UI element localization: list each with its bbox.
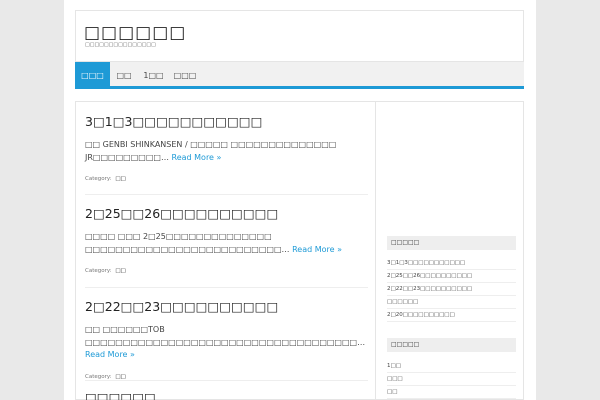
site-title[interactable]: □□□□□□ <box>84 23 186 43</box>
recent-posts-list: 3□1□3□□□□□□□□□□□ 2□25□□26□□□□□□□□□□ 2□22… <box>387 257 516 322</box>
post-excerpt: □□ GENBI SHINKANSEN / □□□□□ □□□□□□□□□□□□… <box>85 139 368 164</box>
post-title[interactable]: 2□22□□23□□□□□□□□□□ <box>85 299 368 315</box>
main-nav: □□□ □□ 1□□ □□□ <box>75 62 524 89</box>
post-divider <box>85 194 368 195</box>
post-item: 2□25□□26□□□□□□□□□□ □□□□ □□□ 2□25□□□□□□□□… <box>85 206 368 274</box>
post-list: 3□1□3□□□□□□□□□□□ □□ GENBI SHINKANSEN / □… <box>76 102 376 400</box>
post-title[interactable]: 2□25□□26□□□□□□□□□□ <box>85 206 368 222</box>
recent-post-link[interactable]: 2□25□□26□□□□□□□□□□ <box>387 270 516 283</box>
post-category: Category: □□ <box>85 374 368 380</box>
read-more-link[interactable]: Read More » <box>85 350 135 359</box>
categories-title: □□□□□ <box>387 338 516 352</box>
post-item: 2□22□□23□□□□□□□□□□ □□ □□□□□□TOB □□□□□□□□… <box>85 299 368 380</box>
post-category: Category: □□ <box>85 176 368 182</box>
read-more-link[interactable]: Read More » <box>292 245 342 254</box>
category-label: Category: <box>85 373 112 380</box>
post-divider <box>85 287 368 288</box>
site-description: □□□□□□□□□□□□□□□ <box>85 42 156 48</box>
category-link[interactable]: □□ <box>115 268 125 274</box>
read-more-link[interactable]: Read More » <box>172 153 222 162</box>
post-item: □□□□□□ <box>85 390 368 400</box>
recent-post-link[interactable]: 2□20□□□□□□□□□□ <box>387 309 516 322</box>
site-header: □□□□□□ □□□□□□□□□□□□□□□ <box>75 10 524 62</box>
category-link[interactable]: □□ <box>387 386 516 399</box>
recent-post-link[interactable]: 3□1□3□□□□□□□□□□□ <box>387 257 516 270</box>
post-excerpt-text: □□ □□□□□□TOB □□□□□□□□□□□□□□□□□□□□□□□□□□□… <box>85 325 366 347</box>
categories-list: 1□□ □□□ □□ <box>387 360 516 399</box>
post-excerpt: □□□□ □□□ 2□25□□□□□□□□□□□□□□ □□□□□□□□□□□□… <box>85 231 368 256</box>
nav-item-home[interactable]: □□□ <box>75 62 110 89</box>
post-category: Category: □□ <box>85 268 368 274</box>
nav-item-4[interactable]: □□□ <box>169 62 201 89</box>
recent-post-link[interactable]: 2□22□□23□□□□□□□□□□ <box>387 283 516 296</box>
category-label: Category: <box>85 268 112 274</box>
category-link[interactable]: 1□□ <box>387 360 516 373</box>
category-link[interactable]: □□□ <box>387 373 516 386</box>
nav-item-3[interactable]: 1□□ <box>138 62 169 89</box>
category-link[interactable]: □□ <box>115 374 125 380</box>
post-title[interactable]: 3□1□3□□□□□□□□□□□ <box>85 114 368 130</box>
nav-item-2[interactable]: □□ <box>110 62 138 89</box>
post-excerpt-text: □□□□ □□□ 2□25□□□□□□□□□□□□□□ □□□□□□□□□□□□… <box>85 232 290 254</box>
post-item: 3□1□3□□□□□□□□□□□ □□ GENBI SHINKANSEN / □… <box>85 114 368 182</box>
category-label: Category: <box>85 176 112 182</box>
recent-post-link[interactable]: □□□□□□ <box>387 296 516 309</box>
post-excerpt: □□ □□□□□□TOB □□□□□□□□□□□□□□□□□□□□□□□□□□□… <box>85 324 368 362</box>
recent-posts-title: □□□□□ <box>387 236 516 250</box>
post-divider <box>85 380 368 381</box>
post-title[interactable]: □□□□□□ <box>85 390 368 400</box>
category-link[interactable]: □□ <box>115 176 125 182</box>
